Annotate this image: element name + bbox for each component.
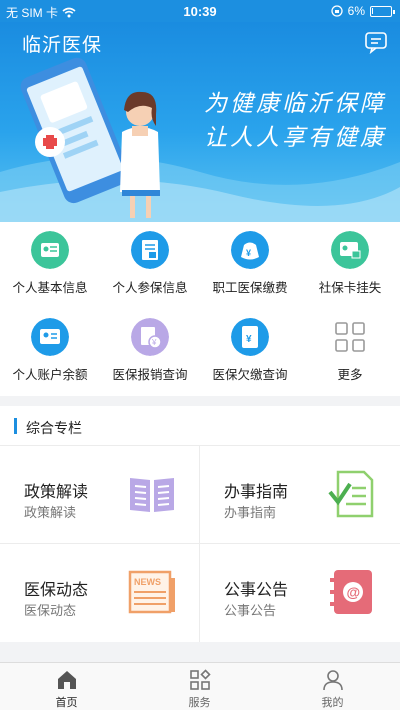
- home-icon: [58, 671, 76, 689]
- more-grid-icon: [335, 322, 365, 352]
- arrears-icon: ¥: [231, 318, 269, 356]
- svg-text:@: @: [347, 584, 361, 600]
- function-label: 个人账户余额: [12, 368, 88, 382]
- card-lock-icon: [331, 231, 369, 269]
- tab-mine[interactable]: 我的: [266, 663, 399, 710]
- id-card-icon: [31, 231, 69, 269]
- section-accent-bar: [14, 418, 17, 434]
- function-item[interactable]: 个人账户余额: [0, 309, 100, 396]
- card-title: 办事指南: [224, 484, 289, 501]
- section-header: 综合专栏: [0, 406, 400, 446]
- slogan-line-2: 让人人享有健康: [204, 125, 386, 151]
- function-label: 医保报销查询: [112, 368, 188, 382]
- card-title: 公事公告: [224, 582, 289, 599]
- card-subtitle: 政策解读: [24, 505, 77, 520]
- function-label: 职工医保缴费: [212, 281, 288, 295]
- battery-icon: [370, 5, 395, 17]
- function-item[interactable]: 个人基本信息: [0, 222, 100, 309]
- function-item[interactable]: ¥ 医保报销查询: [100, 309, 200, 396]
- user-icon: [323, 670, 343, 691]
- newspaper-icon: NEWS: [128, 570, 175, 614]
- function-label: 更多: [337, 368, 363, 382]
- tab-home[interactable]: 首页: [0, 663, 133, 710]
- orientation-lock-icon: [331, 5, 343, 17]
- function-item[interactable]: 个人参保信息: [100, 222, 200, 309]
- function-item[interactable]: ¥ 医保欠缴查询: [200, 309, 300, 396]
- tab-label: 首页: [55, 697, 78, 709]
- section-title: 综合专栏: [26, 420, 82, 436]
- card-title: 政策解读: [24, 484, 89, 501]
- card-title: 医保动态: [24, 582, 89, 599]
- function-label: 社保卡挂失: [318, 281, 382, 295]
- card-subtitle: 医保动态: [24, 603, 77, 618]
- insurance-doc-icon: [131, 231, 169, 269]
- card-subtitle: 公事公告: [224, 603, 277, 618]
- card-notice[interactable]: 公事公告 公事公告 @: [200, 544, 400, 642]
- message-icon[interactable]: [364, 30, 388, 54]
- svg-text:¥: ¥: [246, 248, 251, 258]
- open-book-icon: [130, 478, 174, 512]
- card-subtitle: 办事指南: [224, 505, 277, 520]
- checklist-icon: [328, 470, 374, 518]
- function-grid: 个人基本信息 个人参保信息 ¥ 职工医保缴费 社保卡挂失个人账户余额 ¥ 医保报销查询 ¥ 医保…: [0, 222, 400, 396]
- account-card-icon: [31, 318, 69, 356]
- function-item[interactable]: 社保卡挂失: [300, 222, 400, 309]
- function-label: 医保欠缴查询: [212, 368, 288, 382]
- function-item[interactable]: 更多: [300, 309, 400, 396]
- tab-label: 我的: [321, 697, 344, 709]
- card-policy[interactable]: 政策解读 政策解读: [0, 446, 200, 544]
- news-badge: NEWS: [134, 577, 161, 587]
- info-cards: 政策解读 政策解读 办事指南 办事指南 医保动态 医保动态 NEWS 公事公告 …: [0, 446, 400, 642]
- svg-text:¥: ¥: [246, 334, 252, 345]
- card-news[interactable]: 医保动态 医保动态 NEWS: [0, 544, 200, 642]
- tab-bar: 首页 服务 我的: [0, 662, 400, 710]
- function-label: 个人参保信息: [112, 281, 188, 295]
- card-guide[interactable]: 办事指南 办事指南: [200, 446, 400, 544]
- yen-bag-icon: ¥: [231, 231, 269, 269]
- battery-percent: 6%: [347, 4, 365, 18]
- status-bar: 无 SIM 卡 10:39 6%: [0, 0, 400, 22]
- tab-service[interactable]: 服务: [133, 663, 266, 710]
- function-item[interactable]: ¥ 职工医保缴费: [200, 222, 300, 309]
- svg-text:¥: ¥: [151, 338, 157, 347]
- app-title: 临沂医保: [22, 35, 103, 56]
- banner: 临沂医保 为健康临沂保障 让人人享有健康: [0, 22, 400, 222]
- tab-label: 服务: [188, 697, 211, 709]
- reimburse-icon: ¥: [131, 318, 169, 356]
- service-grid-icon: [190, 669, 211, 690]
- slogan-line-1: 为健康临沂保障: [204, 91, 386, 117]
- address-book-icon: @: [330, 570, 372, 614]
- function-label: 个人基本信息: [12, 281, 88, 295]
